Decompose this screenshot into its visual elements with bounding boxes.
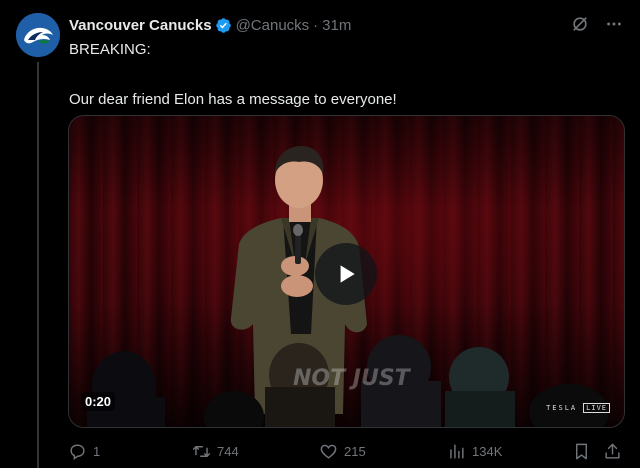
- retweet-button[interactable]: 744: [192, 442, 239, 461]
- bookmark-button[interactable]: [572, 442, 597, 461]
- views-button[interactable]: 134K: [447, 442, 502, 461]
- brand-name: TESLA: [546, 404, 578, 412]
- canucks-logo-icon: [16, 13, 60, 57]
- timestamp[interactable]: 31m: [322, 17, 351, 34]
- top-actions: [570, 14, 624, 34]
- retweet-count: 744: [217, 443, 239, 459]
- play-button[interactable]: [315, 243, 377, 305]
- tweet-header: Vancouver Canucks @Canucks · 31m: [69, 15, 351, 35]
- share-button[interactable]: [603, 442, 628, 461]
- thread-connector-line: [37, 62, 39, 468]
- like-button[interactable]: 215: [319, 442, 366, 461]
- reply-button[interactable]: 1: [68, 442, 100, 461]
- video-duration: 0:20: [81, 392, 116, 411]
- retweet-icon: [192, 445, 211, 457]
- tweet-body: BREAKING: Our dear friend Elon has a mes…: [69, 40, 609, 110]
- tweet-text-line-2: Our dear friend Elon has a message to ev…: [69, 91, 397, 108]
- reply-icon: [70, 443, 85, 460]
- author-display-name[interactable]: Vancouver Canucks: [69, 17, 212, 34]
- share-icon: [605, 443, 620, 459]
- separator-dot: ·: [313, 16, 319, 34]
- video-watermark: NOT JUST: [293, 366, 410, 391]
- video-player[interactable]: NOT JUST 0:20 TESLA LIVE: [68, 115, 625, 428]
- play-icon: [340, 265, 355, 283]
- author-handle[interactable]: @Canucks: [236, 17, 310, 34]
- grok-icon[interactable]: [570, 14, 590, 34]
- bookmark-icon: [576, 443, 587, 459]
- live-badge: LIVE: [583, 403, 610, 413]
- verified-badge-icon[interactable]: [215, 17, 232, 34]
- avatar[interactable]: [16, 13, 60, 57]
- more-options-icon[interactable]: [604, 14, 624, 34]
- broadcast-brand: TESLA LIVE: [546, 403, 610, 413]
- tweet-text-line-1: BREAKING:: [69, 41, 151, 58]
- tweet-action-bar: 1 744 215 134K: [68, 440, 624, 462]
- like-count: 215: [344, 443, 366, 459]
- views-count: 134K: [472, 443, 503, 459]
- reply-count: 1: [93, 443, 101, 459]
- views-chart-icon: [450, 443, 464, 459]
- heart-icon: [320, 444, 337, 459]
